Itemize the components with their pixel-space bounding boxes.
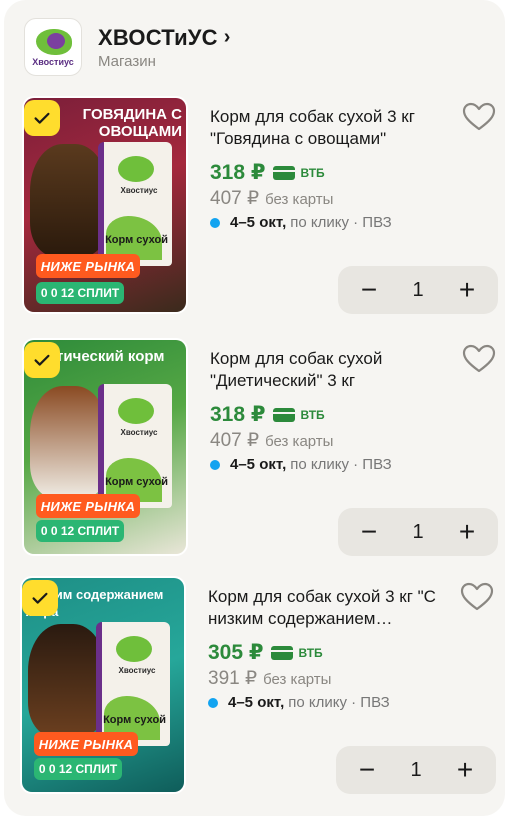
card-icon — [273, 165, 296, 180]
no-card-label: без карты — [265, 191, 334, 208]
check-icon[interactable] — [24, 100, 60, 136]
quantity-stepper: − 1 + — [338, 508, 498, 556]
shop-name-link[interactable]: ХВОСТиУС › — [98, 25, 231, 51]
product-pack: Хвостиус Корм сухой — [96, 622, 170, 746]
delivery-dot-icon — [208, 697, 218, 708]
product-pack: Хвостиус Корм сухой — [98, 142, 172, 266]
delivery-date: 4–5 окт, — [230, 456, 287, 473]
shop-logo-text: Хвостиус — [32, 57, 74, 67]
minus-button[interactable]: − — [350, 753, 384, 787]
product-image-caption: ГОВЯДИНА С ОВОЩАМИ — [82, 106, 182, 140]
below-market-badge: НИЖЕ РЫНКА — [36, 494, 140, 518]
delivery-method: по клику · ПВЗ — [290, 456, 392, 473]
product-info: Корм для собак сухой 3 кг "Говядина с ов… — [210, 106, 460, 231]
old-price: 407 ₽ — [210, 188, 260, 209]
shop-logo: Хвостиус — [24, 18, 82, 76]
heart-icon[interactable] — [462, 102, 496, 132]
chevron-right-icon: › — [223, 26, 231, 48]
product-info: Корм для собак сухой "Диетический" 3 кг … — [210, 348, 460, 473]
shop-header[interactable]: Хвостиус ХВОСТиУС › Магазин — [24, 18, 231, 76]
check-icon[interactable] — [24, 342, 60, 378]
minus-button[interactable]: − — [352, 515, 386, 549]
plus-button[interactable]: + — [448, 753, 482, 787]
delivery-method: по клику · ПВЗ — [288, 694, 390, 711]
bank-label: ВТБ — [300, 407, 325, 422]
product-item[interactable]: ГОВЯДИНА С ОВОЩАМИ Хвостиус Корм сухой Н… — [4, 96, 505, 326]
quantity-value: 1 — [410, 758, 422, 781]
product-price: 305 ₽ — [208, 641, 264, 664]
bank-label: ВТБ — [298, 645, 323, 660]
heart-icon[interactable] — [460, 582, 494, 612]
plus-button[interactable]: + — [450, 515, 484, 549]
heart-icon[interactable] — [462, 344, 496, 374]
plus-button[interactable]: + — [450, 273, 484, 307]
shop-subtitle: Магазин — [98, 52, 156, 70]
shop-card: Хвостиус ХВОСТиУС › Магазин ГОВЯДИНА С О… — [4, 0, 505, 816]
split-badge: 0 0 12 СПЛИТ — [36, 282, 124, 304]
product-title[interactable]: Корм для собак сухой "Диетический" 3 кг — [210, 348, 460, 392]
product-title[interactable]: Корм для собак сухой 3 кг "Говядина с ов… — [210, 106, 460, 150]
quantity-value: 1 — [412, 278, 424, 301]
product-price: 318 ₽ — [210, 403, 266, 426]
split-badge: 0 0 12 СПЛИТ — [36, 520, 124, 542]
minus-button[interactable]: − — [352, 273, 386, 307]
card-icon — [271, 645, 294, 660]
product-item[interactable]: низким содержанием жира Хвостиус Корм су… — [4, 576, 505, 806]
delivery-date: 4–5 окт, — [230, 214, 287, 231]
delivery-method: по клику · ПВЗ — [290, 214, 392, 231]
no-card-label: без карты — [265, 433, 334, 450]
below-market-badge: НИЖЕ РЫНКА — [36, 254, 140, 278]
check-icon[interactable] — [22, 580, 58, 616]
product-price: 318 ₽ — [210, 161, 266, 184]
quantity-value: 1 — [412, 520, 424, 543]
split-badge: 0 0 12 СПЛИТ — [34, 758, 122, 780]
card-icon — [273, 407, 296, 422]
bank-label: ВТБ — [300, 165, 325, 180]
old-price: 391 ₽ — [208, 668, 258, 689]
below-market-badge: НИЖЕ РЫНКА — [34, 732, 138, 756]
quantity-stepper: − 1 + — [338, 266, 498, 314]
delivery-dot-icon — [210, 217, 220, 228]
product-info: Корм для собак сухой 3 кг "С низким соде… — [208, 586, 458, 711]
delivery-dot-icon — [210, 459, 220, 470]
product-item[interactable]: Диетический корм Хвостиус Корм сухой НИЖ… — [4, 338, 505, 568]
product-title[interactable]: Корм для собак сухой 3 кг "С низким соде… — [208, 586, 456, 630]
no-card-label: без карты — [263, 671, 332, 688]
quantity-stepper: − 1 + — [336, 746, 496, 794]
delivery-date: 4–5 окт, — [228, 694, 285, 711]
product-pack: Хвостиус Корм сухой — [98, 384, 172, 508]
shop-name: ХВОСТиУС — [98, 24, 218, 50]
old-price: 407 ₽ — [210, 430, 260, 451]
